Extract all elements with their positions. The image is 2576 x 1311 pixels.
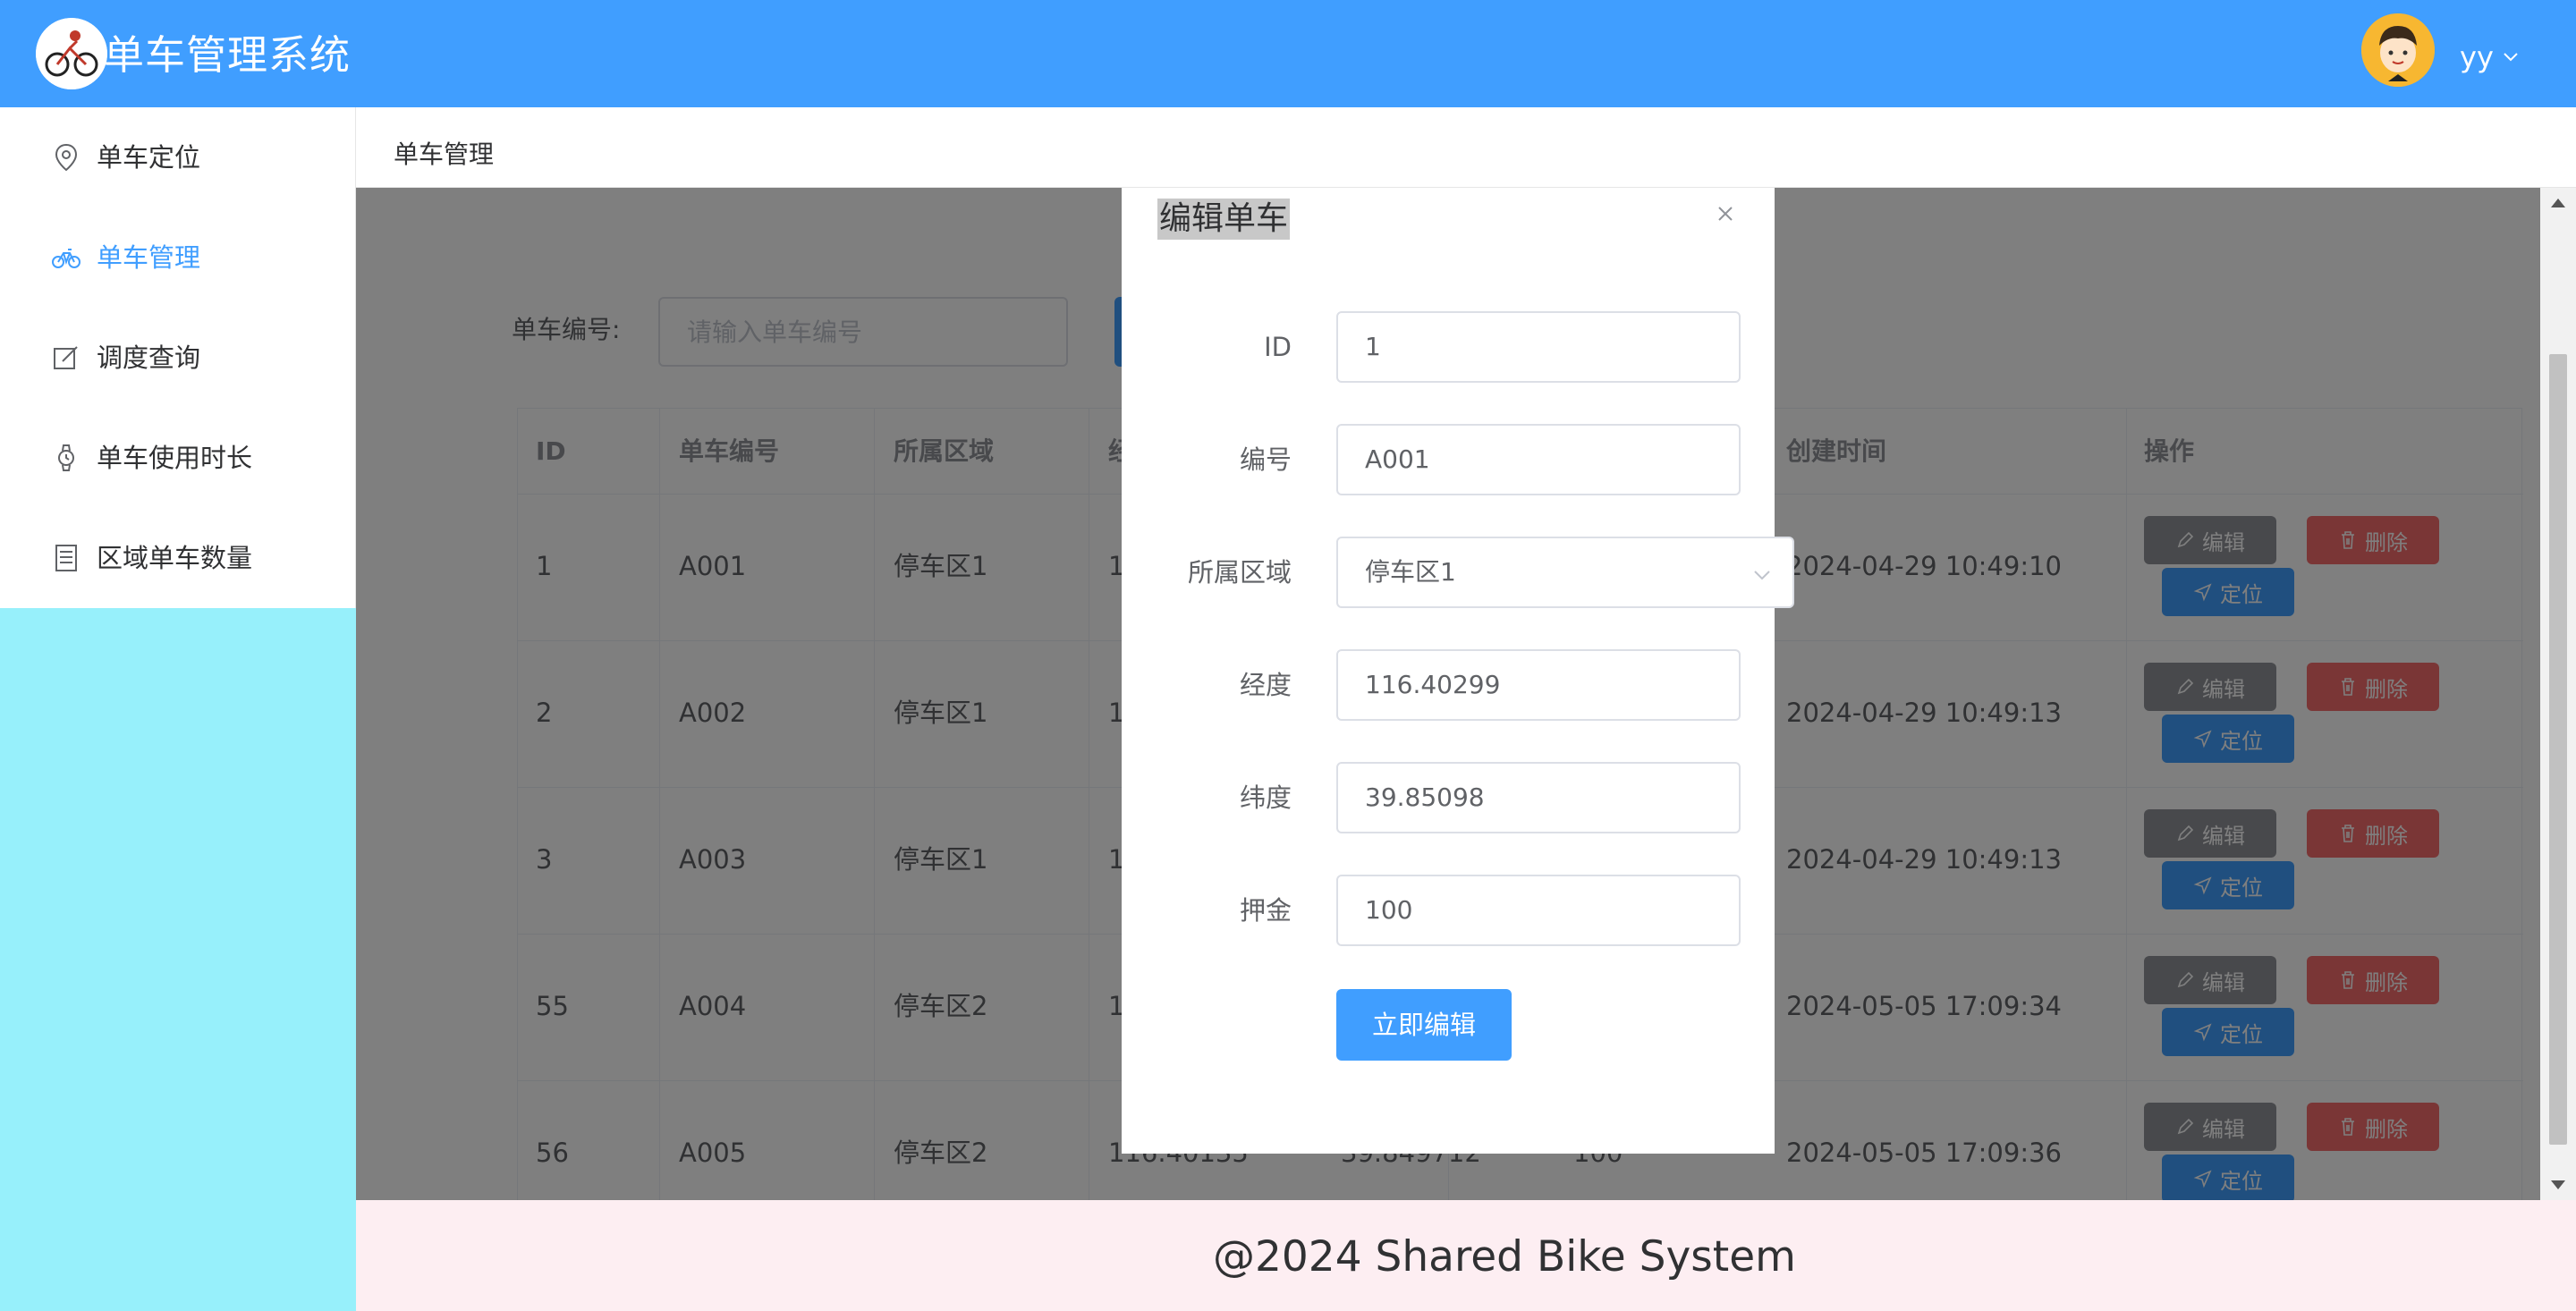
latitude-label: 纬度 [1239, 782, 1292, 813]
sidebar-item-bike-location[interactable]: 单车定位 [0, 107, 356, 207]
area-select[interactable]: 停车区1 [1336, 537, 1794, 608]
sidebar-item-label: 单车管理 [97, 242, 201, 273]
sidebar-item-label: 调度查询 [97, 343, 201, 373]
breadcrumb[interactable]: 单车管理 [394, 140, 494, 170]
deposit-field[interactable]: 100 [1336, 875, 1741, 946]
chevron-down-icon [1754, 571, 1770, 580]
longitude-field[interactable]: 116.40299 [1336, 649, 1741, 721]
vertical-scrollbar[interactable] [2540, 188, 2576, 1200]
sidebar-menu: 单车定位 单车管理 调度查询 单车使用时长 区域单车数量 [0, 107, 356, 608]
map-pin-icon [55, 143, 78, 172]
code-label: 编号 [1239, 444, 1292, 475]
breadcrumb-bar: 单车管理 [356, 107, 2576, 188]
document-list-icon [55, 545, 77, 571]
app-logo [36, 18, 107, 89]
code-field[interactable]: A001 [1336, 424, 1741, 495]
bicycle-icon [52, 249, 80, 268]
sidebar-item-area-bike-count[interactable]: 区域单车数量 [0, 508, 356, 608]
user-avatar[interactable] [2361, 13, 2435, 87]
edit-icon [54, 346, 78, 369]
latitude-field[interactable]: 39.85098 [1336, 762, 1741, 833]
longitude-label: 经度 [1239, 670, 1292, 700]
watch-icon [58, 444, 74, 471]
sidebar-item-bike-management[interactable]: 单车管理 [0, 207, 356, 308]
close-icon[interactable] [1712, 200, 1739, 227]
deposit-label: 押金 [1239, 895, 1292, 926]
app-title: 单车管理系统 [104, 31, 352, 79]
top-header: 单车管理系统 yy [0, 0, 2576, 107]
area-select-value: 停车区1 [1365, 557, 1456, 587]
chevron-down-icon[interactable] [2501, 47, 2521, 66]
area-label: 所属区域 [1187, 557, 1292, 588]
sidebar-item-dispatch-query[interactable]: 调度查询 [0, 308, 356, 408]
scrollbar-thumb[interactable] [2549, 354, 2567, 1145]
sidebar-item-label: 单车定位 [97, 142, 201, 173]
id-label: ID [1264, 332, 1292, 362]
user-name[interactable]: yy [2460, 39, 2494, 75]
sidebar-item-label: 区域单车数量 [97, 543, 253, 573]
scroll-up-arrow-icon[interactable] [2551, 199, 2565, 207]
scroll-down-arrow-icon[interactable] [2551, 1180, 2565, 1189]
footer: @2024 Shared Bike System [356, 1200, 2576, 1311]
sidebar-item-label: 单车使用时长 [97, 443, 253, 473]
footer-copyright: @2024 Shared Bike System [1213, 1232, 1796, 1281]
edit-bike-dialog: 编辑单车 ID 1 编号 A001 所属区域 停车区1 经度 116.40299… [1122, 188, 1794, 1154]
sidebar: 单车定位 单车管理 调度查询 单车使用时长 区域单车数量 [0, 107, 356, 1311]
submit-edit-button[interactable]: 立即编辑 [1336, 989, 1512, 1061]
sidebar-item-usage-duration[interactable]: 单车使用时长 [0, 408, 356, 508]
dialog-title: 编辑单车 [1157, 199, 1291, 240]
id-field[interactable]: 1 [1336, 311, 1741, 383]
